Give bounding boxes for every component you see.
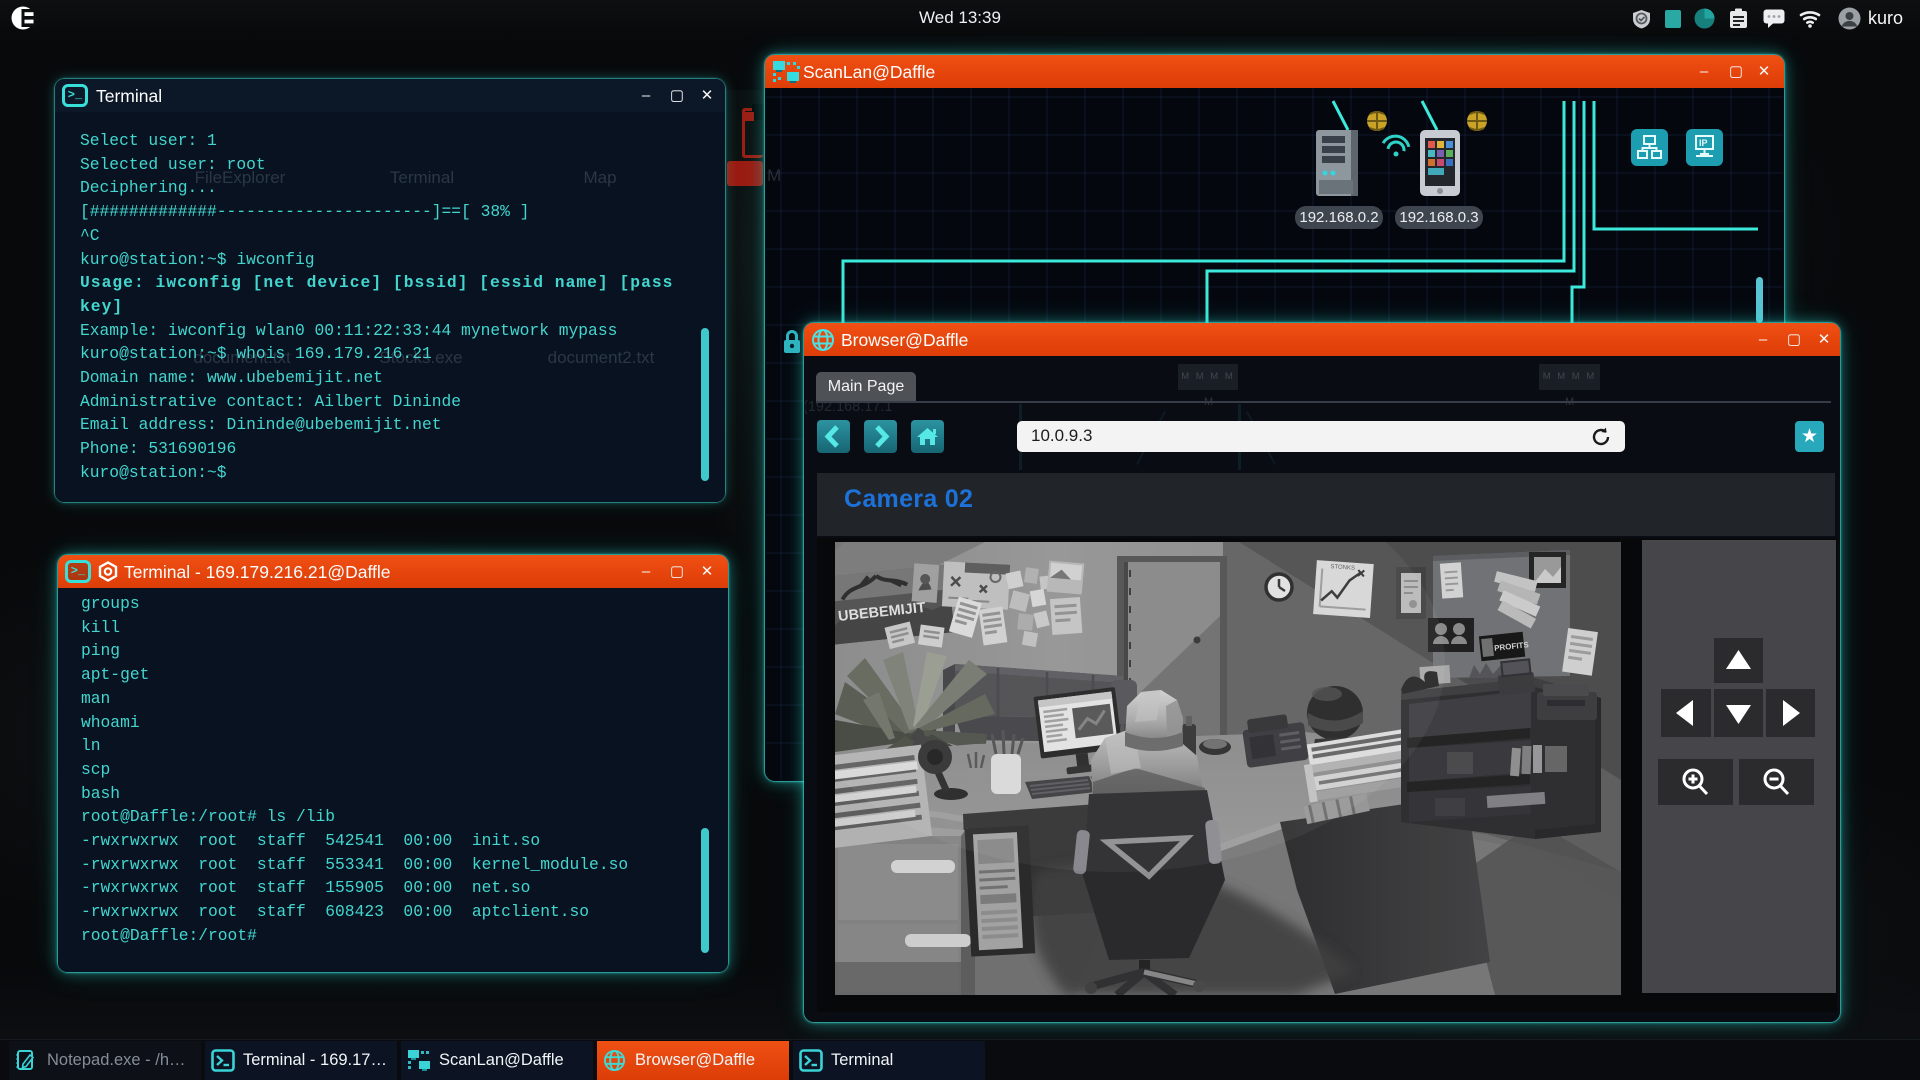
svg-text:IP: IP [1699, 138, 1708, 148]
